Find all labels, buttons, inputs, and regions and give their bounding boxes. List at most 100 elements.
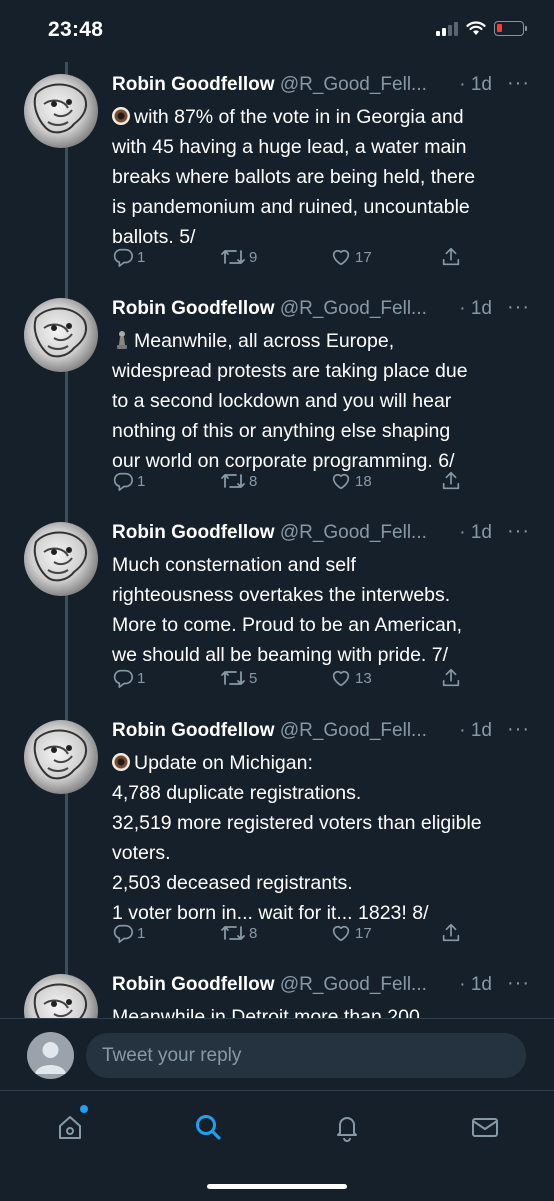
share-button[interactable] [440, 667, 465, 689]
retweet-button[interactable]: 5 [220, 667, 257, 689]
share-icon [442, 247, 460, 266]
tweet-actions: 1 9 17 [112, 246, 512, 274]
reply-button[interactable]: 1 [112, 667, 145, 689]
tweet-time[interactable]: · 1d [459, 74, 492, 96]
tweet-time[interactable]: · 1d [459, 298, 492, 320]
status-icons [436, 20, 527, 36]
author-name[interactable]: Robin Goodfellow [112, 720, 275, 741]
reply-button[interactable]: 1 [112, 470, 145, 492]
more-options-icon[interactable]: ··· [507, 718, 530, 741]
tweet-line: More to come. Proud to be an American, [112, 614, 463, 636]
share-icon [442, 923, 460, 942]
tweet-actions: 1 8 17 [112, 922, 512, 950]
like-button[interactable]: 18 [330, 470, 372, 492]
like-count: 13 [355, 669, 372, 687]
avatar[interactable] [24, 522, 98, 596]
avatar[interactable] [24, 74, 98, 148]
tab-search[interactable] [188, 1107, 228, 1147]
avatar[interactable] [24, 974, 98, 1018]
tweet-text: Meanwhile, all across Europe, widespread… [112, 326, 537, 476]
retweet-button[interactable]: 9 [220, 246, 257, 268]
messages-icon [472, 1118, 498, 1137]
retweet-button[interactable]: 8 [220, 922, 257, 944]
retweet-count: 8 [249, 472, 258, 490]
more-options-icon[interactable]: ··· [507, 972, 530, 995]
tab-home[interactable] [50, 1105, 90, 1147]
author-name[interactable]: Robin Goodfellow [112, 74, 275, 95]
author-name[interactable]: Robin Goodfellow [112, 974, 275, 995]
tweet-text: Meanwhile in Detroit more than 200 [112, 1002, 537, 1018]
retweet-button[interactable]: 8 [220, 470, 257, 492]
reply-icon [113, 248, 133, 267]
tab-messages[interactable] [465, 1107, 505, 1147]
tweet-line: Meanwhile, all across Europe, [134, 330, 395, 352]
reply-input[interactable] [86, 1033, 526, 1078]
reply-button[interactable]: 1 [112, 922, 145, 944]
tweet-line: 32,519 more registered voters than eligi… [112, 812, 482, 834]
like-icon [332, 925, 350, 942]
reply-button[interactable]: 1 [112, 246, 145, 268]
chess-pawn-emoji-icon [117, 331, 127, 349]
share-button[interactable] [440, 470, 465, 492]
reply-count: 1 [137, 669, 146, 687]
more-options-icon[interactable]: ··· [507, 520, 530, 543]
tab-notifications[interactable] [327, 1107, 367, 1147]
avatar[interactable] [24, 720, 98, 794]
retweet-icon [221, 926, 245, 940]
tweet-line: Much consternation and self [112, 554, 356, 576]
tweet-header: Robin Goodfellow @R_Good_Fell... · 1d ··… [112, 718, 532, 750]
tweet[interactable]: Robin Goodfellow @R_Good_Fell... · 1d ··… [0, 964, 554, 1018]
reply-bar [0, 1018, 554, 1091]
like-button[interactable]: 17 [330, 246, 372, 268]
author-handle[interactable]: @R_Good_Fell... [280, 974, 427, 995]
more-options-icon[interactable]: ··· [507, 72, 530, 95]
avatar[interactable] [24, 298, 98, 372]
like-count: 18 [355, 472, 372, 490]
tweet-header: Robin Goodfellow @R_Good_Fell... · 1d ··… [112, 72, 532, 104]
share-button[interactable] [440, 922, 465, 944]
author-name[interactable]: Robin Goodfellow [112, 298, 275, 319]
tweet-time[interactable]: · 1d [459, 720, 492, 742]
reply-icon [113, 669, 133, 688]
like-button[interactable]: 13 [330, 667, 372, 689]
reply-count: 1 [137, 924, 146, 942]
tweet-time[interactable]: · 1d [459, 974, 492, 996]
retweet-count: 8 [249, 924, 258, 942]
tweet-header: Robin Goodfellow @R_Good_Fell... · 1d ··… [112, 520, 532, 552]
retweet-count: 5 [249, 669, 258, 687]
share-button[interactable] [440, 246, 465, 268]
wifi-icon [466, 21, 486, 35]
user-avatar[interactable] [27, 1032, 74, 1079]
tweet-line: Update on Michigan: [134, 752, 313, 774]
home-icon [59, 1116, 81, 1139]
tweet-line: 2,503 deceased registrants. [112, 872, 353, 894]
retweet-icon [221, 474, 245, 488]
tweet-line: Meanwhile in Detroit more than 200 [112, 1006, 420, 1018]
tweet-time[interactable]: · 1d [459, 522, 492, 544]
retweet-icon [221, 671, 245, 685]
retweet-icon [221, 250, 245, 264]
tweet-line: widespread protests are taking place due [112, 360, 468, 382]
like-button[interactable]: 17 [330, 922, 372, 944]
tweet-line: 4,788 duplicate registrations. [112, 782, 362, 804]
home-indicator[interactable] [207, 1184, 347, 1189]
author-handle[interactable]: @R_Good_Fell... [280, 74, 427, 95]
reply-count: 1 [137, 248, 146, 266]
tweet-line: we should all be beaming with pride. 7/ [112, 644, 449, 666]
like-icon [332, 473, 350, 490]
tweet-line: nothing of this or anything else shaping [112, 420, 451, 442]
tweet-actions: 1 8 18 [112, 470, 512, 498]
eye-emoji-icon [112, 753, 130, 771]
author-handle[interactable]: @R_Good_Fell... [280, 522, 427, 543]
tweet-text: Much consternation and self righteousnes… [112, 550, 537, 670]
reply-icon [113, 472, 133, 491]
author-handle[interactable]: @R_Good_Fell... [280, 298, 427, 319]
author-name[interactable]: Robin Goodfellow [112, 522, 275, 543]
reply-icon [113, 924, 133, 943]
author-handle[interactable]: @R_Good_Fell... [280, 720, 427, 741]
notifications-icon [337, 1117, 357, 1142]
search-icon [196, 1115, 221, 1140]
eye-emoji-icon [112, 107, 130, 125]
tweet-text: with 87% of the vote in in Georgia and w… [112, 102, 537, 252]
more-options-icon[interactable]: ··· [507, 296, 530, 319]
